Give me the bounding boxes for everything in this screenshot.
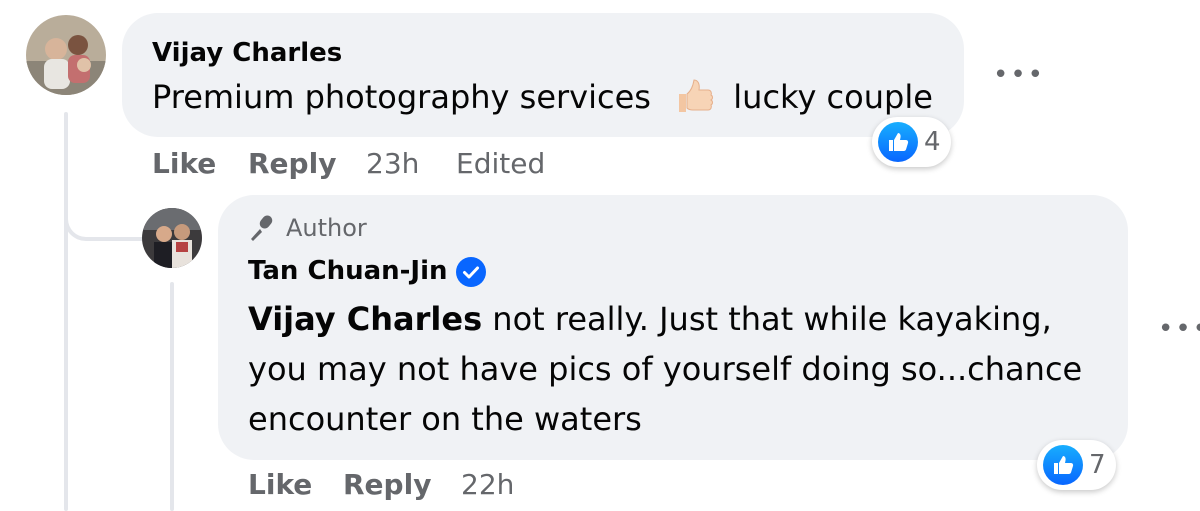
reply-reactions[interactable]: 7 <box>1037 440 1116 490</box>
reply-timestamp[interactable]: 22h <box>461 468 514 501</box>
avatar-vijay[interactable] <box>26 15 106 95</box>
comment-author-name[interactable]: Vijay Charles <box>152 38 342 68</box>
comment-text-after: lucky couple <box>733 78 933 116</box>
author-badge: Author <box>246 212 367 244</box>
reply-text-line3: encounter on the waters <box>248 400 642 438</box>
reply-author-name[interactable]: Tan Chuan-Jin <box>248 256 486 287</box>
author-microphone-icon <box>246 212 278 244</box>
like-reaction-icon <box>878 122 918 162</box>
comment-text: Premium photography services lucky coupl… <box>152 72 933 122</box>
thumbs-up-emoji-icon <box>671 74 714 116</box>
reply-text-line1: Vijay Charles not really. Just that whil… <box>248 294 1052 344</box>
reply-reply-button[interactable]: Reply <box>343 468 431 501</box>
comment-reactions[interactable]: 4 <box>872 117 951 167</box>
author-badge-label: Author <box>286 214 367 242</box>
comment-text-before: Premium photography services <box>152 78 651 116</box>
comment-edited-label[interactable]: Edited <box>456 147 545 180</box>
reply-author-label: Tan Chuan-Jin <box>248 256 448 286</box>
comment-reaction-count: 4 <box>924 127 941 157</box>
reply-like-button[interactable]: Like <box>248 468 312 501</box>
reply-mention[interactable]: Vijay Charles <box>248 300 482 338</box>
reply-more-options-icon[interactable]: ••• <box>1158 314 1200 344</box>
comment-timestamp[interactable]: 23h <box>366 147 419 180</box>
verified-badge-icon <box>455 256 486 287</box>
thread-line-reply <box>170 282 174 511</box>
avatar-tan-chuan-jin[interactable] <box>142 208 202 268</box>
reply-text-line2: you may not have pics of yourself doing … <box>248 350 1083 388</box>
reply-text-line1-rest: not really. Just that while kayaking, <box>482 300 1052 338</box>
comment-like-button[interactable]: Like <box>152 147 216 180</box>
reply-like-reaction-icon <box>1043 445 1083 485</box>
reply-reaction-count: 7 <box>1089 450 1106 480</box>
comment-reply-button[interactable]: Reply <box>248 147 336 180</box>
thread-line-main <box>64 112 68 511</box>
thread-connector <box>64 195 146 241</box>
comment-more-options-icon[interactable]: ••• <box>993 60 1045 90</box>
